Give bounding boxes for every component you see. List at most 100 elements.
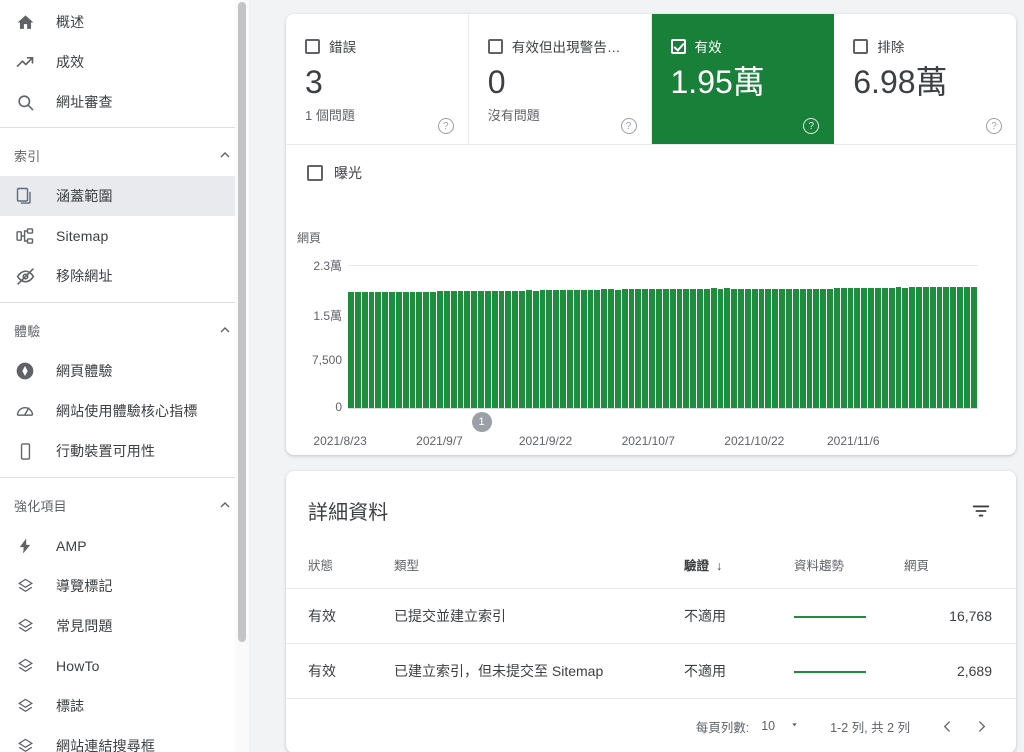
chart-bar[interactable]: [786, 288, 793, 408]
chart-bar[interactable]: [601, 289, 609, 408]
chart-annotation-marker[interactable]: 1: [471, 412, 492, 432]
chart-bar[interactable]: [525, 290, 533, 408]
chart-bar[interactable]: [382, 291, 390, 408]
column-header-pages[interactable]: 網頁: [904, 537, 1016, 589]
chart-bar[interactable]: [368, 292, 376, 408]
chart-bar[interactable]: [957, 286, 964, 408]
chart-bar[interactable]: [806, 288, 814, 408]
chart-bar[interactable]: [519, 290, 526, 408]
chart-bar[interactable]: [820, 288, 828, 408]
chart-bar[interactable]: [560, 290, 567, 408]
chart-bar[interactable]: [430, 291, 437, 408]
chart-bar[interactable]: [348, 292, 355, 408]
sidebar-item-mobile-usability[interactable]: 行動裝置可用性: [0, 431, 249, 471]
chart-bar[interactable]: [573, 290, 581, 408]
chart-bar[interactable]: [970, 286, 978, 408]
sidebar-item-amp[interactable]: AMP: [0, 526, 249, 566]
chart-bar[interactable]: [833, 288, 841, 408]
sidebar-section-experience-header[interactable]: 體驗: [0, 309, 249, 351]
chart-bar[interactable]: [724, 288, 732, 408]
column-header-trend[interactable]: 資料趨勢: [794, 537, 904, 589]
chart-bar[interactable]: [512, 290, 520, 408]
chart-bar[interactable]: [450, 291, 458, 408]
chart-bar[interactable]: [813, 289, 821, 408]
table-row[interactable]: 有效 已提交並建立索引 不適用 16,768: [286, 588, 1016, 644]
pagination-prev-button[interactable]: [930, 709, 964, 743]
sidebar-scrollbar[interactable]: [235, 0, 249, 752]
chart-bar[interactable]: [916, 287, 923, 408]
sidebar-scrollbar-thumb[interactable]: [238, 2, 246, 642]
sidebar-item-performance[interactable]: 成效: [0, 42, 249, 82]
chart-bar[interactable]: [484, 290, 492, 408]
sidebar-item-removals[interactable]: 移除網址: [0, 256, 249, 296]
chart-bar[interactable]: [375, 291, 383, 408]
help-icon[interactable]: ?: [986, 118, 1002, 134]
help-icon[interactable]: ?: [437, 118, 454, 134]
chart-bar[interactable]: [744, 288, 752, 408]
chart-bar[interactable]: [464, 291, 472, 408]
chart-bar[interactable]: [567, 289, 574, 408]
chart-bar[interactable]: [539, 290, 547, 408]
chart-bar[interactable]: [614, 289, 622, 408]
chart-bar[interactable]: [669, 288, 677, 408]
help-icon[interactable]: ?: [803, 118, 820, 134]
chart-bar[interactable]: [881, 287, 889, 408]
column-header-validation[interactable]: 驗證 ↓: [684, 537, 794, 589]
chart-bar[interactable]: [868, 287, 875, 408]
chart-bar[interactable]: [772, 288, 780, 408]
chart-bar[interactable]: [546, 290, 554, 408]
column-header-status[interactable]: 狀態: [286, 537, 394, 589]
sidebar-item-overview[interactable]: 概述: [0, 2, 249, 42]
checkbox-warning[interactable]: [487, 38, 503, 54]
chart-bar[interactable]: [491, 291, 499, 408]
sidebar-section-index-header[interactable]: 索引: [0, 134, 249, 176]
rows-per-page-select[interactable]: 10: [761, 719, 800, 733]
chart-bar[interactable]: [950, 287, 958, 408]
chart-bar[interactable]: [799, 289, 807, 408]
filter-list-icon[interactable]: [970, 496, 992, 527]
chart-bar[interactable]: [792, 289, 800, 408]
chart-bar[interactable]: [594, 289, 602, 408]
chart-bar[interactable]: [703, 288, 711, 408]
chart-bar[interactable]: [758, 288, 766, 408]
help-icon[interactable]: ?: [620, 118, 637, 134]
column-header-type[interactable]: 類型: [394, 537, 684, 589]
chart-bar[interactable]: [731, 288, 739, 408]
chart-bar[interactable]: [532, 290, 540, 408]
chart-bar[interactable]: [436, 291, 444, 408]
chart-bar[interactable]: [635, 289, 643, 408]
sidebar-item-sitelinks-searchbox[interactable]: 網站連結搜尋框: [0, 726, 249, 752]
sidebar-item-url-inspection[interactable]: 網址審查: [0, 82, 249, 122]
status-card-excluded[interactable]: 排除 6.98萬 ?: [834, 14, 1016, 144]
chart-bar[interactable]: [621, 289, 629, 408]
sidebar-item-howto[interactable]: HowTo: [0, 646, 249, 686]
chart-bar[interactable]: [717, 288, 725, 408]
checkbox-excluded[interactable]: [853, 38, 869, 54]
sidebar-item-page-experience[interactable]: 網頁體驗: [0, 351, 249, 391]
chart-bar[interactable]: [943, 286, 951, 408]
chart-bar[interactable]: [902, 287, 910, 408]
chart-bar[interactable]: [642, 288, 650, 408]
chart-bar[interactable]: [505, 290, 513, 408]
chart-bar[interactable]: [827, 288, 834, 408]
sidebar-item-sitemaps[interactable]: Sitemap: [0, 216, 249, 256]
chart-bar[interactable]: [936, 287, 944, 408]
chart-bar[interactable]: [580, 289, 588, 408]
chart-bar[interactable]: [751, 288, 759, 408]
sidebar-item-logos[interactable]: 標誌: [0, 686, 249, 726]
chart-bar[interactable]: [498, 290, 506, 408]
chart-bar[interactable]: [929, 287, 937, 408]
chart-bar[interactable]: [697, 288, 704, 408]
chart-bar[interactable]: [608, 289, 615, 408]
chart-bar[interactable]: [402, 291, 410, 408]
chart-bar[interactable]: [443, 291, 451, 408]
pagination-next-button[interactable]: [964, 709, 998, 743]
chart-bar[interactable]: [628, 289, 636, 408]
chart-bar[interactable]: [683, 288, 691, 408]
sidebar-item-core-web-vitals[interactable]: 網站使用體驗核心指標: [0, 391, 249, 431]
chart-bar[interactable]: [922, 287, 930, 408]
chart-bar[interactable]: [423, 291, 431, 408]
chart-bar[interactable]: [587, 289, 595, 408]
chart-bar[interactable]: [874, 287, 882, 408]
checkbox-valid[interactable]: [670, 38, 686, 54]
